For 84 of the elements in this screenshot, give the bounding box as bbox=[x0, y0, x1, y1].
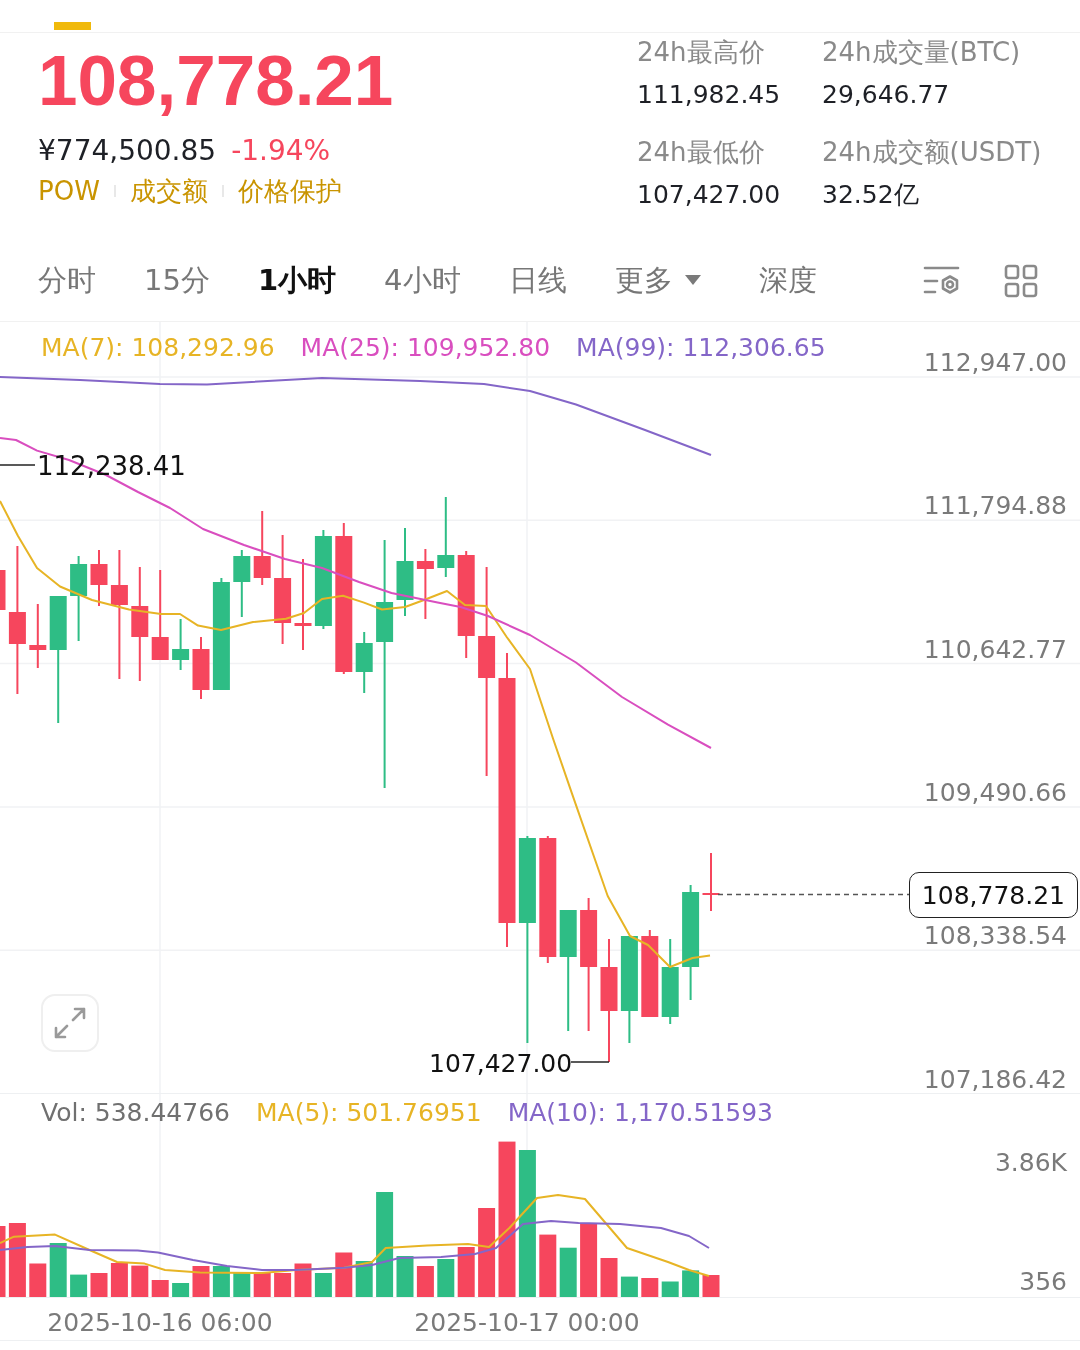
price-axis-label: 112,947.00 bbox=[923, 348, 1067, 378]
stat-label: 24h成交量(BTC) bbox=[822, 37, 1021, 69]
volume-bar bbox=[172, 1283, 190, 1297]
candle bbox=[355, 632, 373, 693]
volume-bar bbox=[314, 1273, 332, 1297]
candle bbox=[172, 619, 190, 670]
volume-bar bbox=[151, 1280, 169, 1297]
leader-line bbox=[570, 1061, 610, 1063]
time-axis-label: 2025-10-17 00:00 bbox=[414, 1308, 640, 1338]
stat-label: 24h最低价 bbox=[637, 137, 765, 169]
volume-bar bbox=[457, 1247, 475, 1297]
volume-bar bbox=[559, 1247, 577, 1297]
time-axis-label: 2025-10-16 06:00 bbox=[47, 1308, 273, 1338]
volume-bar bbox=[131, 1265, 149, 1297]
interval-tab[interactable]: 1小时 bbox=[257, 263, 337, 298]
volume-bar bbox=[253, 1272, 271, 1297]
last-price: 108,778.21 bbox=[38, 45, 394, 116]
volume-bar bbox=[274, 1273, 292, 1297]
price-axis-label: 110,642.77 bbox=[923, 634, 1067, 665]
volume-bar bbox=[437, 1259, 455, 1297]
leader-line bbox=[0, 464, 36, 466]
candle bbox=[233, 550, 251, 617]
volume-bar bbox=[620, 1276, 638, 1297]
info-tag[interactable]: 价格保护 bbox=[237, 175, 342, 207]
info-tag[interactable]: POW bbox=[38, 175, 100, 207]
interval-tab[interactable]: 日线 bbox=[508, 263, 567, 298]
stat-value: 32.52亿 bbox=[822, 180, 919, 211]
interval-tab[interactable]: 4小时 bbox=[384, 263, 461, 298]
volume-bar bbox=[600, 1258, 618, 1297]
volume-bar bbox=[641, 1278, 659, 1297]
volume-bar bbox=[661, 1281, 679, 1297]
price-axis-label: 111,794.88 bbox=[923, 491, 1067, 522]
low-price-label: 107,427.00 bbox=[429, 1049, 573, 1079]
candle bbox=[90, 550, 108, 606]
stat-value: 111,982.45 bbox=[637, 80, 781, 111]
volume-bar bbox=[233, 1272, 251, 1297]
volume-bar bbox=[416, 1266, 434, 1297]
price-change: -1.94% bbox=[231, 134, 331, 168]
expand-icon bbox=[53, 1006, 87, 1040]
grid-icon[interactable] bbox=[1004, 263, 1038, 298]
fiat-price: ¥774,500.85 bbox=[38, 134, 217, 168]
stat-label: 24h最高价 bbox=[637, 37, 765, 69]
stat-label: 24h成交额(USDT) bbox=[822, 137, 1042, 169]
price-axis-label: 107,186.42 bbox=[923, 1064, 1067, 1095]
price-axis-label: 108,338.54 bbox=[923, 921, 1067, 952]
info-tag[interactable]: 成交额 bbox=[129, 175, 208, 207]
volume-bar bbox=[29, 1263, 47, 1297]
last-price-tag: 108,778.21 bbox=[908, 872, 1078, 918]
stat-value: 29,646.77 bbox=[822, 80, 950, 111]
volume-bar bbox=[0, 1226, 6, 1297]
volume-bar bbox=[212, 1266, 230, 1297]
volume-bar bbox=[682, 1270, 700, 1297]
volume-bar bbox=[90, 1273, 108, 1297]
volume-legend-value: MA(5): 501.76951 bbox=[255, 1098, 482, 1128]
price-axis-label: 109,490.66 bbox=[923, 777, 1067, 808]
moving-average-value: MA(99): 112,306.65 bbox=[576, 333, 826, 363]
volume-bar bbox=[110, 1263, 128, 1297]
expand-button[interactable] bbox=[41, 994, 99, 1052]
volume-bar bbox=[294, 1263, 312, 1297]
more-dropdown[interactable]: 更多 bbox=[614, 263, 701, 298]
volume-bar bbox=[192, 1266, 210, 1297]
candle bbox=[702, 853, 720, 911]
tab-indicator bbox=[54, 22, 91, 30]
moving-average-value: MA(25): 109,952.80 bbox=[300, 333, 551, 363]
volume-bar bbox=[49, 1243, 67, 1297]
stat-value: 107,427.00 bbox=[637, 180, 781, 211]
candle bbox=[29, 604, 47, 668]
volume-axis-label: 356 bbox=[1019, 1267, 1067, 1297]
volume-bar bbox=[70, 1274, 88, 1297]
interval-tab[interactable]: 深度 bbox=[758, 263, 817, 298]
candle bbox=[192, 637, 210, 699]
volume-bar bbox=[539, 1234, 557, 1297]
caret-icon bbox=[684, 275, 701, 286]
volume-axis-label: 3.86K bbox=[994, 1148, 1067, 1178]
candle bbox=[416, 549, 434, 619]
candle bbox=[0, 570, 6, 610]
volume-legend-value: Vol: 538.44766 bbox=[41, 1098, 230, 1128]
interval-tab[interactable]: 15分 bbox=[144, 263, 210, 298]
volume-legend-value: MA(10): 1,170.51593 bbox=[507, 1098, 774, 1128]
interval-tab[interactable]: 分时 bbox=[38, 263, 96, 298]
volume-bar bbox=[702, 1275, 720, 1297]
volume-bar bbox=[335, 1252, 353, 1297]
moving-average-value: MA(7): 108,292.96 bbox=[41, 333, 275, 363]
volume-bar bbox=[396, 1256, 414, 1297]
